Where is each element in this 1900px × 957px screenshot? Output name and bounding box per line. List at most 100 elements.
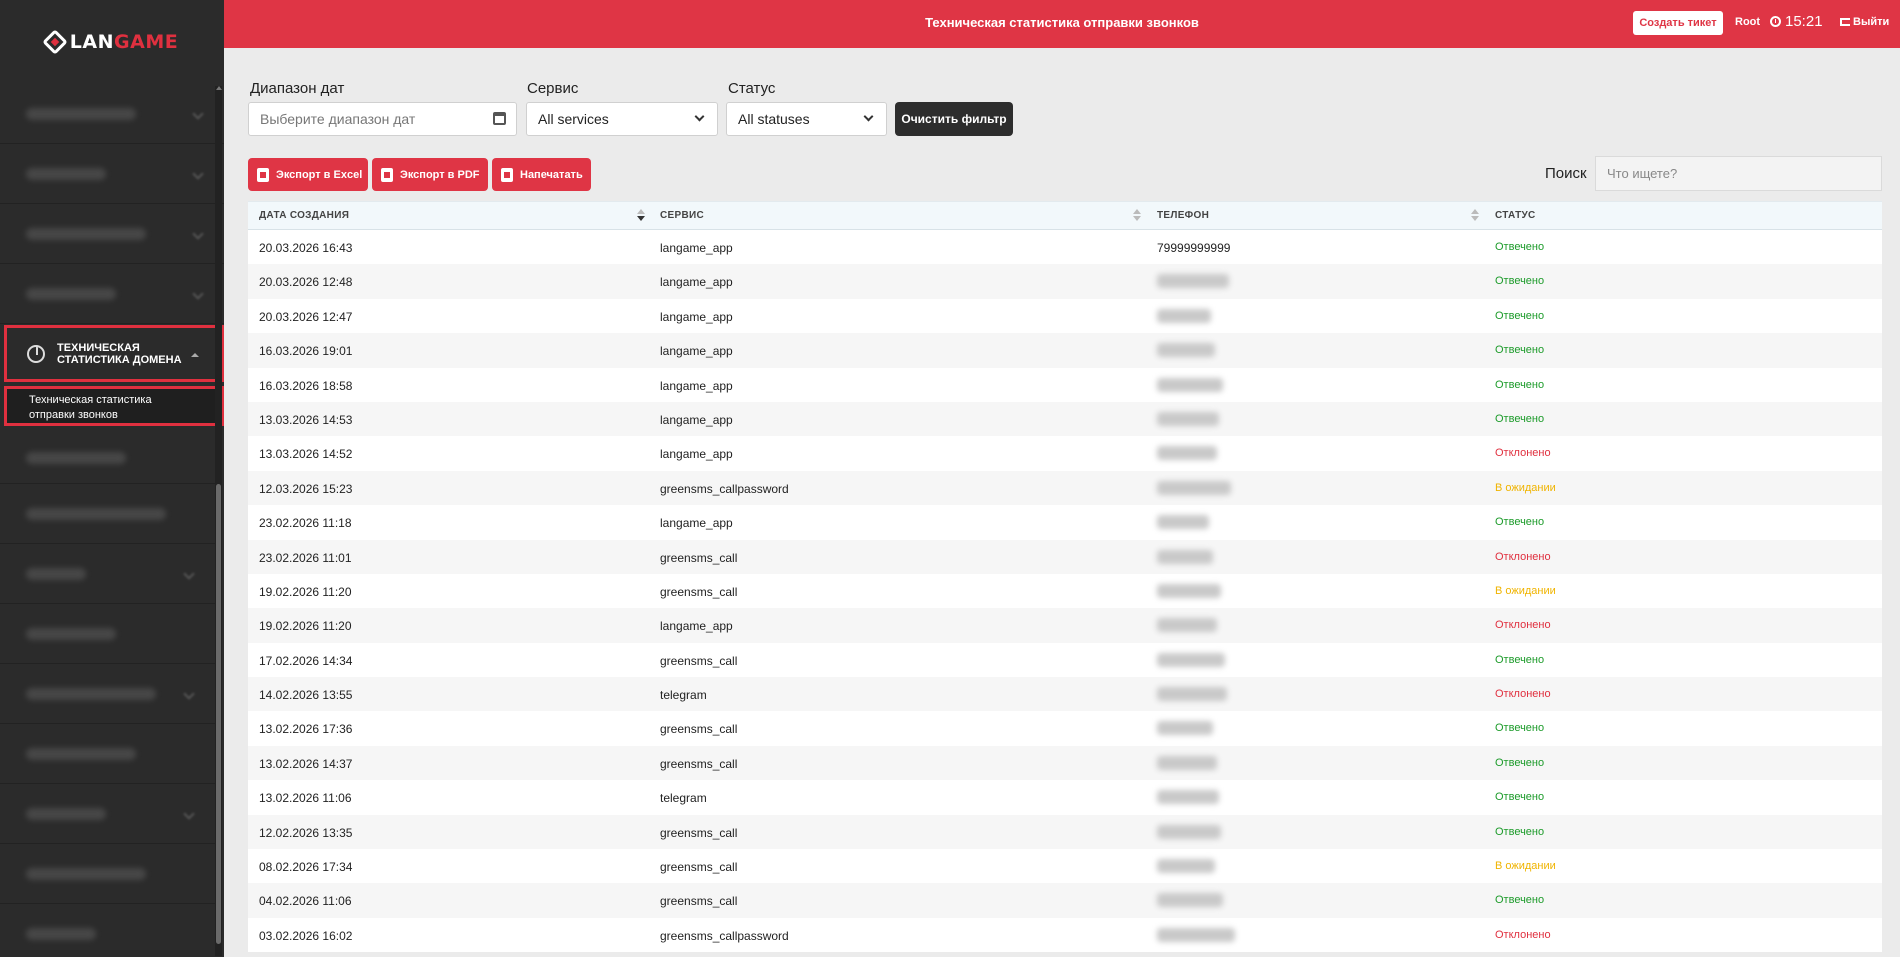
logout-label: Выйти [1853, 16, 1890, 28]
cell-date: 17.02.2026 14:34 [259, 653, 353, 668]
cell-status: Отклонено [1495, 619, 1551, 632]
clear-filter-button[interactable]: Очистить фильтр [895, 102, 1013, 136]
sort-icon[interactable] [1133, 209, 1141, 223]
calendar-icon[interactable] [493, 112, 506, 125]
table-row[interactable]: 13.02.2026 17:36 greensms_call Отвечено [248, 711, 1882, 746]
printer-icon [501, 167, 513, 182]
sidebar-item-hidden[interactable] [0, 724, 215, 784]
sidebar-item-hidden[interactable] [0, 484, 215, 544]
sidebar-item-hidden[interactable] [0, 144, 224, 204]
table-row[interactable]: 13.03.2026 14:52 langame_app Отклонено [248, 436, 1882, 471]
cell-date: 12.03.2026 15:23 [259, 481, 353, 496]
cell-service: greensms_call [660, 860, 738, 875]
logout-button[interactable]: Выйти [1840, 16, 1889, 28]
langame-logo[interactable]: LANGAME [0, 0, 224, 84]
table-row[interactable]: 03.02.2026 16:02 greensms_callpassword Отк… [248, 917, 1882, 953]
date-range-label: Диапазон дат [250, 80, 345, 97]
service-select[interactable]: All services [526, 102, 718, 136]
column-header-date[interactable]: ДАТА СОЗДАНИЯ [259, 210, 349, 221]
cell-phone-redacted [1157, 790, 1219, 805]
sidebar-item-hidden[interactable] [0, 264, 224, 324]
cell-date: 13.02.2026 11:06 [259, 791, 352, 806]
column-header-service[interactable]: СЕРВИС [660, 210, 704, 221]
cell-status: Отвечено [1495, 378, 1545, 391]
cell-status: Отвечено [1495, 791, 1545, 804]
excel-file-icon [257, 167, 269, 182]
sidebar-item-hidden[interactable] [0, 544, 215, 604]
table-row[interactable]: 20.03.2026 12:48 langame_app Отвечено [248, 264, 1882, 299]
scroll-up-icon[interactable] [216, 86, 222, 90]
clock-icon [1770, 16, 1781, 27]
table-row[interactable]: 23.02.2026 11:18 langame_app Отвечено [248, 505, 1882, 540]
table-row[interactable]: 17.02.2026 14:34 greensms_call Отвечено [248, 642, 1882, 678]
print-button[interactable]: Напечатать [492, 158, 591, 191]
column-header-status[interactable]: СТАТУС [1495, 210, 1536, 221]
table-body: 20.03.2026 16:43 langame_app 79999999999 От… [248, 230, 1882, 953]
service-select-value: All services [538, 111, 609, 127]
cell-service: greensms_call [660, 722, 738, 737]
sidebar-item-hidden[interactable] [0, 604, 215, 664]
cell-status: Отвечено [1495, 344, 1545, 357]
table-row[interactable]: 14.02.2026 13:55 telegram Отклонено [248, 677, 1882, 712]
sidebar-item-hidden[interactable] [0, 432, 215, 484]
create-ticket-button[interactable]: Создать тикет [1633, 11, 1723, 35]
cell-service: greensms_callpassword [660, 481, 789, 496]
table-row[interactable]: 12.03.2026 15:23 greensms_callpassword В о… [248, 470, 1882, 506]
table-row[interactable]: 16.03.2026 19:01 langame_app Отвечено [248, 333, 1882, 368]
logo-mark-icon [42, 29, 68, 55]
cell-phone-redacted [1157, 824, 1221, 839]
sidebar-scroll-thumb[interactable] [216, 484, 221, 944]
sidebar-item-hidden[interactable] [0, 904, 215, 957]
sidebar: LANGAME Техническая статистика домена Те… [0, 0, 224, 957]
table-row[interactable]: 19.02.2026 11:20 langame_app Отклонено [248, 608, 1882, 643]
cell-service: greensms_callpassword [660, 928, 789, 943]
sidebar-scrollbar[interactable] [215, 86, 222, 956]
table-row[interactable]: 16.03.2026 18:58 langame_app Отвечено [248, 367, 1882, 402]
cell-service: langame_app [660, 309, 733, 324]
table-row[interactable]: 12.02.2026 13:35 greensms_call Отвечено [248, 814, 1882, 850]
sidebar-item-hidden[interactable] [0, 664, 215, 724]
table-row[interactable]: 13.03.2026 14:53 langame_app Отвечено [248, 401, 1882, 437]
sort-desc-icon[interactable] [637, 209, 645, 223]
cell-date: 13.03.2026 14:52 [259, 447, 353, 462]
logo-text: LANGAME [69, 31, 179, 53]
export-excel-button[interactable]: Экспорт в Excel [248, 158, 368, 191]
caret-up-icon [191, 353, 199, 357]
cell-date: 23.02.2026 11:01 [259, 550, 352, 565]
table-row[interactable]: 23.02.2026 11:01 greensms_call Отклонено [248, 539, 1882, 574]
status-select-value: All statuses [738, 111, 810, 127]
sidebar-subitem-call-stats[interactable]: Техническая статистика отправки звонков [4, 386, 224, 426]
table-row[interactable]: 20.03.2026 16:43 langame_app 79999999999 От… [248, 230, 1882, 265]
chevron-down-icon [863, 111, 874, 122]
cell-status: Отклонено [1495, 550, 1551, 563]
search-input[interactable]: Что ищете? [1595, 156, 1882, 191]
table-row[interactable]: 19.02.2026 11:20 greensms_call В ожидании [248, 573, 1882, 609]
table-row[interactable]: 13.02.2026 11:06 telegram Отвечено [248, 780, 1882, 815]
user-name[interactable]: Root [1735, 16, 1760, 28]
cell-status: Отвечено [1495, 825, 1545, 838]
table-row[interactable]: 13.02.2026 14:37 greensms_call Отвечено [248, 745, 1882, 781]
sidebar-item-hidden[interactable] [0, 844, 215, 904]
cell-status: Отклонено [1495, 928, 1551, 941]
sort-icon[interactable] [1471, 209, 1479, 223]
date-range-input[interactable]: Выберите диапазон дат [248, 102, 517, 136]
column-header-phone[interactable]: ТЕЛЕФОН [1157, 210, 1209, 221]
clock: 15:21 [1770, 13, 1823, 30]
sidebar-item-hidden[interactable] [0, 84, 224, 144]
cell-phone-redacted [1157, 927, 1235, 942]
export-pdf-button[interactable]: Экспорт в PDF [372, 158, 488, 191]
cell-status: Отвечено [1495, 653, 1545, 666]
cell-phone-redacted [1157, 618, 1217, 633]
sidebar-item-hidden[interactable] [0, 204, 224, 264]
table-row[interactable]: 20.03.2026 12:47 langame_app Отвечено [248, 298, 1882, 334]
sidebar-item-hidden[interactable] [0, 784, 215, 844]
sidebar-item-domain-stats[interactable]: Техническая статистика домена [4, 325, 224, 382]
table-row[interactable]: 08.02.2026 17:34 greensms_call В ожидании [248, 849, 1882, 884]
cell-phone-redacted [1157, 859, 1215, 874]
cell-status: Отвечено [1495, 412, 1545, 425]
table-row[interactable]: 04.02.2026 11:06 greensms_call Отвечено [248, 883, 1882, 918]
cell-date: 13.02.2026 14:37 [259, 756, 353, 771]
status-select[interactable]: All statuses [726, 102, 887, 136]
print-label: Напечатать [520, 168, 583, 181]
cell-phone-redacted [1157, 308, 1211, 323]
